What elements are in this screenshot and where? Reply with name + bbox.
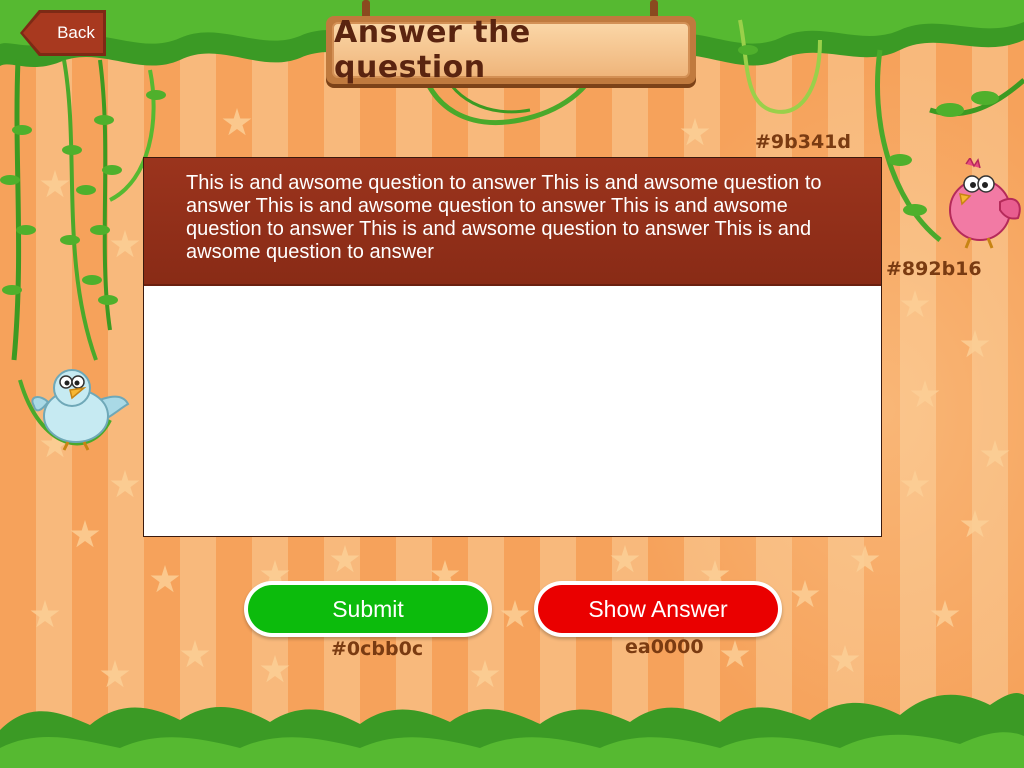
vine <box>11 59 22 361</box>
question-header: This is and awsome question to answer Th… <box>144 158 881 286</box>
title-sign-board: Answer the question <box>332 15 690 85</box>
submit-color-note: #0cbb0c <box>331 638 424 660</box>
submit-button-face: Submit <box>248 585 488 633</box>
header-color-2-note: #892b16 <box>886 258 982 280</box>
vine <box>62 59 98 361</box>
header-color-note: #9b341d <box>755 131 852 153</box>
submit-button-label: Submit <box>332 595 404 622</box>
back-button-label: Back <box>57 23 95 42</box>
title-sign: Answer the question <box>326 15 696 85</box>
vine <box>98 59 112 331</box>
question-panel: This is and awsome question to answer Th… <box>143 157 882 537</box>
answer-input[interactable] <box>144 286 881 536</box>
show-answer-button-label: Show Answer <box>588 595 728 622</box>
show-answer-button[interactable]: Show Answer <box>534 581 782 637</box>
show-answer-color-note: ea0000 <box>625 636 704 658</box>
show-answer-button-face: Show Answer <box>538 585 778 633</box>
blue-bird-icon <box>31 369 130 451</box>
back-button[interactable]: Back <box>20 10 106 56</box>
question-text: This is and awsome question to answer Th… <box>186 172 822 263</box>
pink-bird-icon <box>949 158 1021 249</box>
submit-button[interactable]: Submit <box>244 581 492 637</box>
page-title: Answer the question <box>334 15 531 85</box>
vine-leaves <box>0 90 166 305</box>
